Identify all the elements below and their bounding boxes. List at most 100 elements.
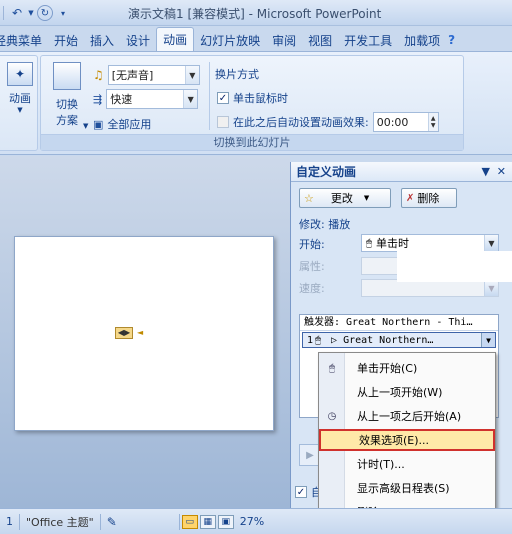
mouse-click-icon: 🖱 bbox=[366, 237, 372, 249]
blank-overlay bbox=[397, 251, 512, 282]
group-label: 切换到此幻灯片 bbox=[41, 134, 463, 150]
clock-icon: ◷ bbox=[327, 410, 337, 422]
animation-list-item[interactable]: 1 🖱 ▷ Great Northern… ▼ bbox=[302, 332, 496, 348]
tab-insert[interactable]: 插入 bbox=[84, 29, 120, 51]
help-icon[interactable]: ? bbox=[446, 29, 457, 51]
start-combo[interactable]: 🖱 单击时 ▼ bbox=[361, 234, 499, 252]
transition-scheme-label2: 方案 bbox=[56, 114, 78, 127]
on-click-checkbox[interactable]: ✓ bbox=[217, 92, 229, 104]
star-icon: ☆ bbox=[304, 191, 314, 205]
chevron-down-icon: ▼ bbox=[83, 122, 89, 130]
tab-classic-menu[interactable]: 经典菜单 bbox=[0, 29, 48, 51]
menu-item-label: 显示高级日程表(S) bbox=[357, 482, 450, 495]
slide-sorter-icon[interactable]: ▦ bbox=[199, 514, 216, 529]
pane-title: 自定义动画 bbox=[296, 165, 357, 179]
sound-combo[interactable]: [无声音] ▼ bbox=[107, 65, 200, 85]
animation-button[interactable]: ✦ 动画 ▼ bbox=[3, 62, 37, 114]
status-separator bbox=[178, 513, 180, 530]
close-icon[interactable]: ✕ bbox=[497, 165, 506, 178]
menu-item-with-previous[interactable]: 从上一项开始(W) bbox=[319, 381, 495, 403]
qat-dropdown-icon[interactable]: ▾ bbox=[55, 5, 71, 21]
tab-view[interactable]: 视图 bbox=[302, 29, 338, 51]
menu-item-timing[interactable]: 计时(T)... bbox=[319, 453, 495, 475]
undo-dropdown-icon[interactable]: ▼ bbox=[27, 5, 35, 21]
trigger-header[interactable]: 触发器: Great Northern - Thi… bbox=[300, 315, 498, 331]
advance-title-text: 换片方式 bbox=[215, 68, 259, 81]
tab-design[interactable]: 设计 bbox=[120, 29, 156, 51]
sound-icon: ♫ bbox=[93, 68, 104, 82]
autopreview-checkbox[interactable]: ✓ bbox=[295, 486, 307, 498]
chevron-down-icon[interactable]: ▼ bbox=[184, 66, 199, 84]
apply-all-button[interactable]: ▣ 全部应用 bbox=[93, 116, 151, 132]
chevron-down-icon[interactable]: ▼ bbox=[183, 90, 198, 108]
chevron-down-icon: ▼ bbox=[484, 280, 498, 296]
menu-item-label: 单击开始(C) bbox=[357, 362, 418, 375]
speed-row: ⇶ 快速 ▼ bbox=[93, 89, 199, 109]
spell-check-icon[interactable]: ✎ bbox=[101, 515, 123, 529]
advance-title: 换片方式 bbox=[215, 66, 259, 82]
start-label: 开始: bbox=[299, 238, 325, 251]
remove-button[interactable]: ✗ 删除 bbox=[401, 188, 457, 208]
menu-item-effect-options[interactable]: 效果选项(E)... bbox=[319, 429, 495, 451]
redo-icon[interactable]: ↻ bbox=[37, 5, 53, 21]
slideshow-icon[interactable]: ▣ bbox=[217, 514, 234, 529]
speed-value: 快速 bbox=[110, 93, 133, 106]
chevron-down-icon[interactable]: ▼ bbox=[484, 235, 498, 251]
auto-after-label: 在此之后自动设置动画效果: bbox=[233, 116, 369, 129]
item-text: Great Northern… bbox=[343, 334, 434, 346]
zoom-level[interactable]: 27% bbox=[234, 515, 270, 528]
animation-button-label: 动画 bbox=[9, 92, 31, 105]
start-value: 单击时 bbox=[376, 237, 409, 250]
tab-slideshow[interactable]: 幻灯片放映 bbox=[194, 29, 266, 51]
tab-review[interactable]: 审阅 bbox=[266, 29, 302, 51]
auto-after-checkbox[interactable] bbox=[217, 116, 229, 128]
tab-addins[interactable]: 加载项 bbox=[398, 29, 446, 51]
auto-time-spinner[interactable]: 00:00 ▲ ▼ bbox=[372, 112, 439, 132]
slide-canvas[interactable]: ◀▶ ◄ bbox=[14, 236, 274, 431]
qat-separator bbox=[3, 6, 4, 20]
status-bar: 1 "Office 主题" ✎ ▭ ▦ ▣ 27% bbox=[0, 508, 512, 534]
group-transition: 切换 方案 ▼ ♫ [无声音] ▼ ⇶ 快速 ▼ ▣ 全部应用 换片方式 ✓ 单… bbox=[40, 55, 464, 151]
transition-scheme-label1: 切换 bbox=[56, 98, 78, 111]
pane-menu-icon[interactable]: ▼ bbox=[482, 165, 490, 178]
change-button[interactable]: ☆ 更改 ▼ bbox=[299, 188, 391, 208]
undo-icon[interactable]: ↶ bbox=[9, 5, 25, 21]
menu-item-after-previous[interactable]: ◷ 从上一项之后开始(A) bbox=[319, 405, 495, 427]
change-label: 更改 bbox=[330, 192, 353, 205]
theme-name: "Office 主题" bbox=[26, 515, 94, 529]
pane-toolbar: ☆ 更改 ▼ ✗ 删除 bbox=[299, 188, 457, 208]
tab-developer[interactable]: 开发工具 bbox=[338, 29, 398, 51]
speed-icon: ⇶ bbox=[93, 92, 103, 106]
quick-access-toolbar: ↶ ▼ ↻ ▾ bbox=[0, 4, 71, 22]
menu-item-label: 效果选项(E)... bbox=[359, 434, 430, 447]
apply-all-label: 全部应用 bbox=[107, 118, 152, 131]
normal-view-icon[interactable]: ▭ bbox=[181, 514, 198, 529]
play-icon: ▷ bbox=[331, 334, 338, 346]
spinner-arrows-icon[interactable]: ▲ ▼ bbox=[427, 113, 438, 131]
title-bar: ↶ ▼ ↻ ▾ 演示文稿1 [兼容模式] - Microsoft PowerPo… bbox=[0, 0, 512, 26]
sound-object-icon[interactable]: ◀▶ bbox=[115, 327, 133, 339]
sound-row: ♫ [无声音] ▼ bbox=[93, 65, 200, 85]
speed-combo[interactable]: 快速 ▼ bbox=[106, 89, 199, 109]
menu-item-label: 从上一项之后开始(A) bbox=[357, 410, 462, 423]
chevron-down-icon[interactable]: ▼ bbox=[481, 333, 495, 347]
item-index: 1 bbox=[307, 334, 314, 346]
remove-effect-icon: ✗ bbox=[406, 192, 415, 204]
group-divider bbox=[209, 62, 210, 130]
ribbon-tabs: 经典菜单 开始 插入 设计 动画 幻灯片放映 审阅 视图 开发工具 加载项 ? bbox=[0, 27, 512, 51]
menu-item-label: 从上一项开始(W) bbox=[357, 386, 443, 399]
sound-value: [无声音] bbox=[111, 69, 154, 82]
menu-item-advanced-timeline[interactable]: 显示高级日程表(S) bbox=[319, 477, 495, 499]
remove-label: 删除 bbox=[417, 192, 440, 205]
transition-scheme-icon bbox=[53, 62, 81, 90]
apply-all-icon: ▣ bbox=[93, 117, 104, 131]
context-menu: 🖱 单击开始(C) 从上一项开始(W) ◷ 从上一项之后开始(A) 效果选项(E… bbox=[318, 352, 496, 528]
on-click-row[interactable]: ✓ 单击鼠标时 bbox=[217, 90, 288, 106]
transition-scheme-button[interactable]: 切换 方案 bbox=[47, 62, 87, 128]
tab-home[interactable]: 开始 bbox=[48, 29, 84, 51]
menu-item-start-on-click[interactable]: 🖱 单击开始(C) bbox=[319, 357, 495, 379]
modify-label: 修改: 播放 bbox=[299, 218, 351, 231]
tab-animations[interactable]: 动画 bbox=[156, 27, 195, 51]
speed-label: 速度: bbox=[299, 282, 325, 295]
pane-header: 自定义动画 ▼ ✕ bbox=[291, 162, 512, 182]
